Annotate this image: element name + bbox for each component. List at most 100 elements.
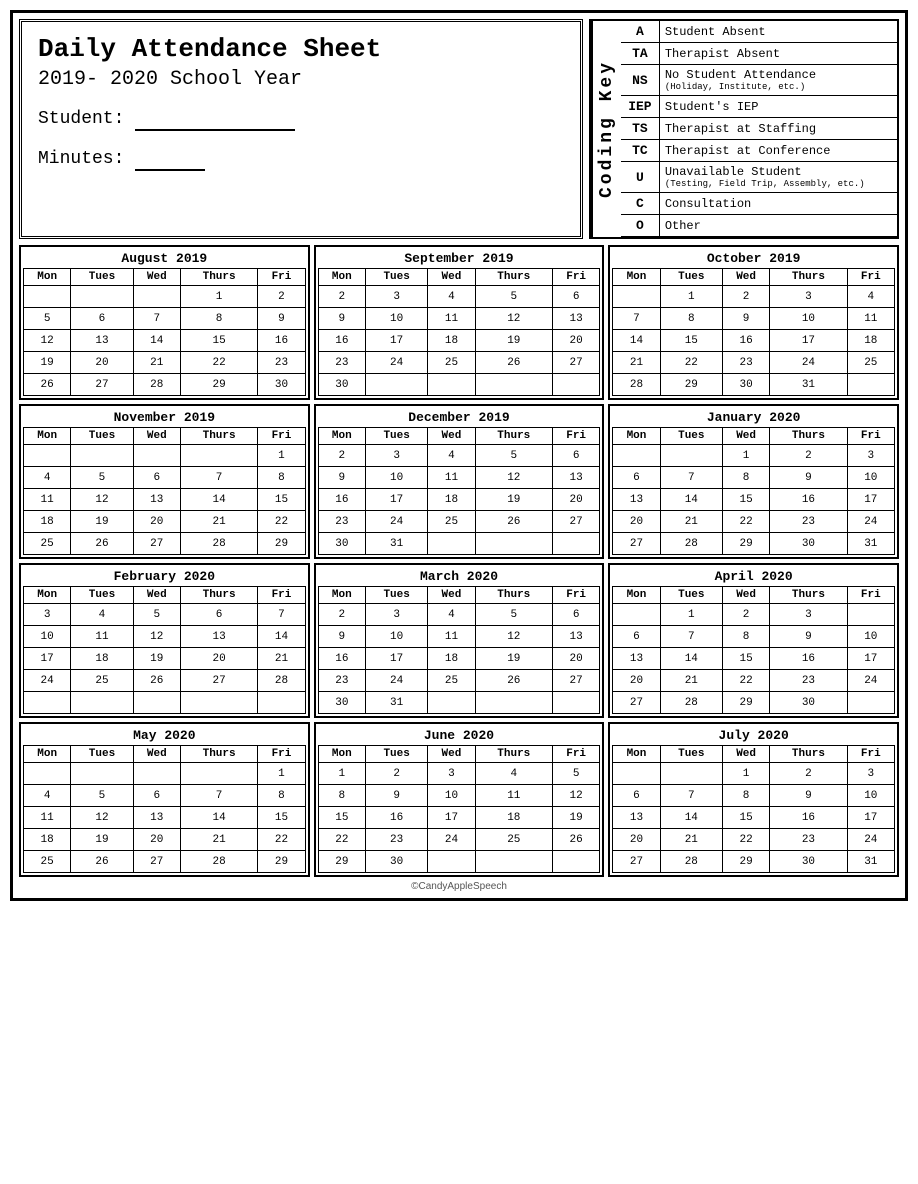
calendar-day: 3	[365, 286, 427, 308]
coding-key-table: AStudent AbsentTATherapist AbsentNSNo St…	[621, 21, 897, 237]
footer: ©CandyAppleSpeech	[19, 881, 899, 892]
calendar-day	[552, 692, 599, 714]
calendar-day: 14	[180, 807, 257, 829]
calendar-day: 8	[258, 467, 305, 489]
coding-key-description: Therapist at Staffing	[659, 118, 897, 140]
coding-key-code: A	[621, 21, 659, 43]
calendar-day: 10	[428, 785, 475, 807]
calendar-day: 22	[722, 670, 769, 692]
day-header: Tues	[365, 746, 427, 763]
day-header: Wed	[722, 428, 769, 445]
calendar-day	[552, 374, 599, 396]
calendar-day: 12	[71, 489, 133, 511]
calendar-day: 9	[258, 308, 305, 330]
day-header: Wed	[428, 269, 475, 286]
calendar-day: 14	[613, 330, 660, 352]
day-header: Fri	[552, 746, 599, 763]
coding-key-description: Consultation	[659, 193, 897, 215]
calendar-day: 16	[318, 489, 365, 511]
calendar-day: 11	[428, 308, 475, 330]
calendar-day: 19	[71, 829, 133, 851]
calendar-day: 3	[24, 604, 71, 626]
calendar-day: 30	[318, 533, 365, 555]
calendar-day	[847, 692, 894, 714]
coding-key-label: Coding Key	[591, 21, 621, 237]
calendar-day: 20	[133, 511, 180, 533]
calendar-day: 15	[722, 807, 769, 829]
calendar-day: 6	[613, 626, 660, 648]
calendar-day: 6	[552, 445, 599, 467]
calendar-day: 27	[552, 511, 599, 533]
calendar-day: 8	[318, 785, 365, 807]
calendar-day	[133, 692, 180, 714]
day-header: Tues	[660, 269, 722, 286]
calendar-day: 5	[133, 604, 180, 626]
calendar-day: 30	[318, 374, 365, 396]
calendar-day: 20	[133, 829, 180, 851]
day-header: Wed	[428, 746, 475, 763]
calendar-day	[71, 445, 133, 467]
coding-key-code: TS	[621, 118, 659, 140]
calendar-day: 18	[475, 807, 552, 829]
calendar-day	[613, 763, 660, 785]
calendar-title: April 2020	[612, 567, 895, 586]
calendar-day: 3	[770, 286, 847, 308]
calendar-day: 28	[660, 692, 722, 714]
minutes-field-label: Minutes:	[38, 149, 564, 171]
page-container: Daily Attendance Sheet 2019- 2020 School…	[10, 10, 908, 901]
calendar-day: 10	[365, 467, 427, 489]
calendar-day: 22	[722, 829, 769, 851]
calendar-day: 13	[133, 489, 180, 511]
calendar-day: 23	[722, 352, 769, 374]
calendar-day: 5	[552, 763, 599, 785]
calendar-day	[24, 445, 71, 467]
calendar-day: 1	[258, 763, 305, 785]
calendar-day: 23	[770, 829, 847, 851]
calendar-day: 9	[770, 467, 847, 489]
calendar-day	[428, 851, 475, 873]
calendar-title: December 2019	[318, 408, 601, 427]
calendar-day: 23	[258, 352, 305, 374]
calendar-day: 7	[180, 785, 257, 807]
calendar-day: 16	[258, 330, 305, 352]
calendar-day: 30	[770, 533, 847, 555]
calendar-day	[613, 445, 660, 467]
calendar-day: 4	[24, 467, 71, 489]
calendar-day: 28	[660, 533, 722, 555]
calendar-day: 6	[133, 467, 180, 489]
calendar-day: 27	[71, 374, 133, 396]
calendar-day: 12	[552, 785, 599, 807]
calendar-day: 7	[660, 467, 722, 489]
coding-key-description: Therapist Absent	[659, 43, 897, 65]
day-header: Fri	[258, 746, 305, 763]
calendar-day: 15	[258, 489, 305, 511]
student-field-label: Student:	[38, 109, 564, 131]
calendar-day: 15	[660, 330, 722, 352]
calendar-day: 17	[847, 648, 894, 670]
calendar-day	[475, 851, 552, 873]
calendar-day: 16	[770, 648, 847, 670]
day-header: Wed	[133, 428, 180, 445]
calendar-day	[133, 763, 180, 785]
calendar-day: 28	[258, 670, 305, 692]
coding-key-code: NS	[621, 65, 659, 96]
calendar-title: August 2019	[23, 249, 306, 268]
coding-key-description: Student Absent	[659, 21, 897, 43]
calendar-day: 17	[24, 648, 71, 670]
calendar-day: 5	[475, 604, 552, 626]
calendar-day: 13	[180, 626, 257, 648]
calendar-box: November 2019MonTuesWedThursFri145678111…	[19, 404, 310, 559]
calendar-day: 13	[613, 807, 660, 829]
calendar-day: 3	[428, 763, 475, 785]
calendar-day: 3	[365, 604, 427, 626]
calendar-day: 6	[552, 604, 599, 626]
calendar-day: 4	[428, 286, 475, 308]
calendar-day: 24	[365, 352, 427, 374]
calendar-day: 7	[133, 308, 180, 330]
calendar-day: 8	[660, 308, 722, 330]
day-header: Thurs	[180, 587, 257, 604]
calendar-day: 29	[258, 533, 305, 555]
calendar-day: 5	[24, 308, 71, 330]
calendar-day: 30	[365, 851, 427, 873]
calendar-day	[475, 533, 552, 555]
